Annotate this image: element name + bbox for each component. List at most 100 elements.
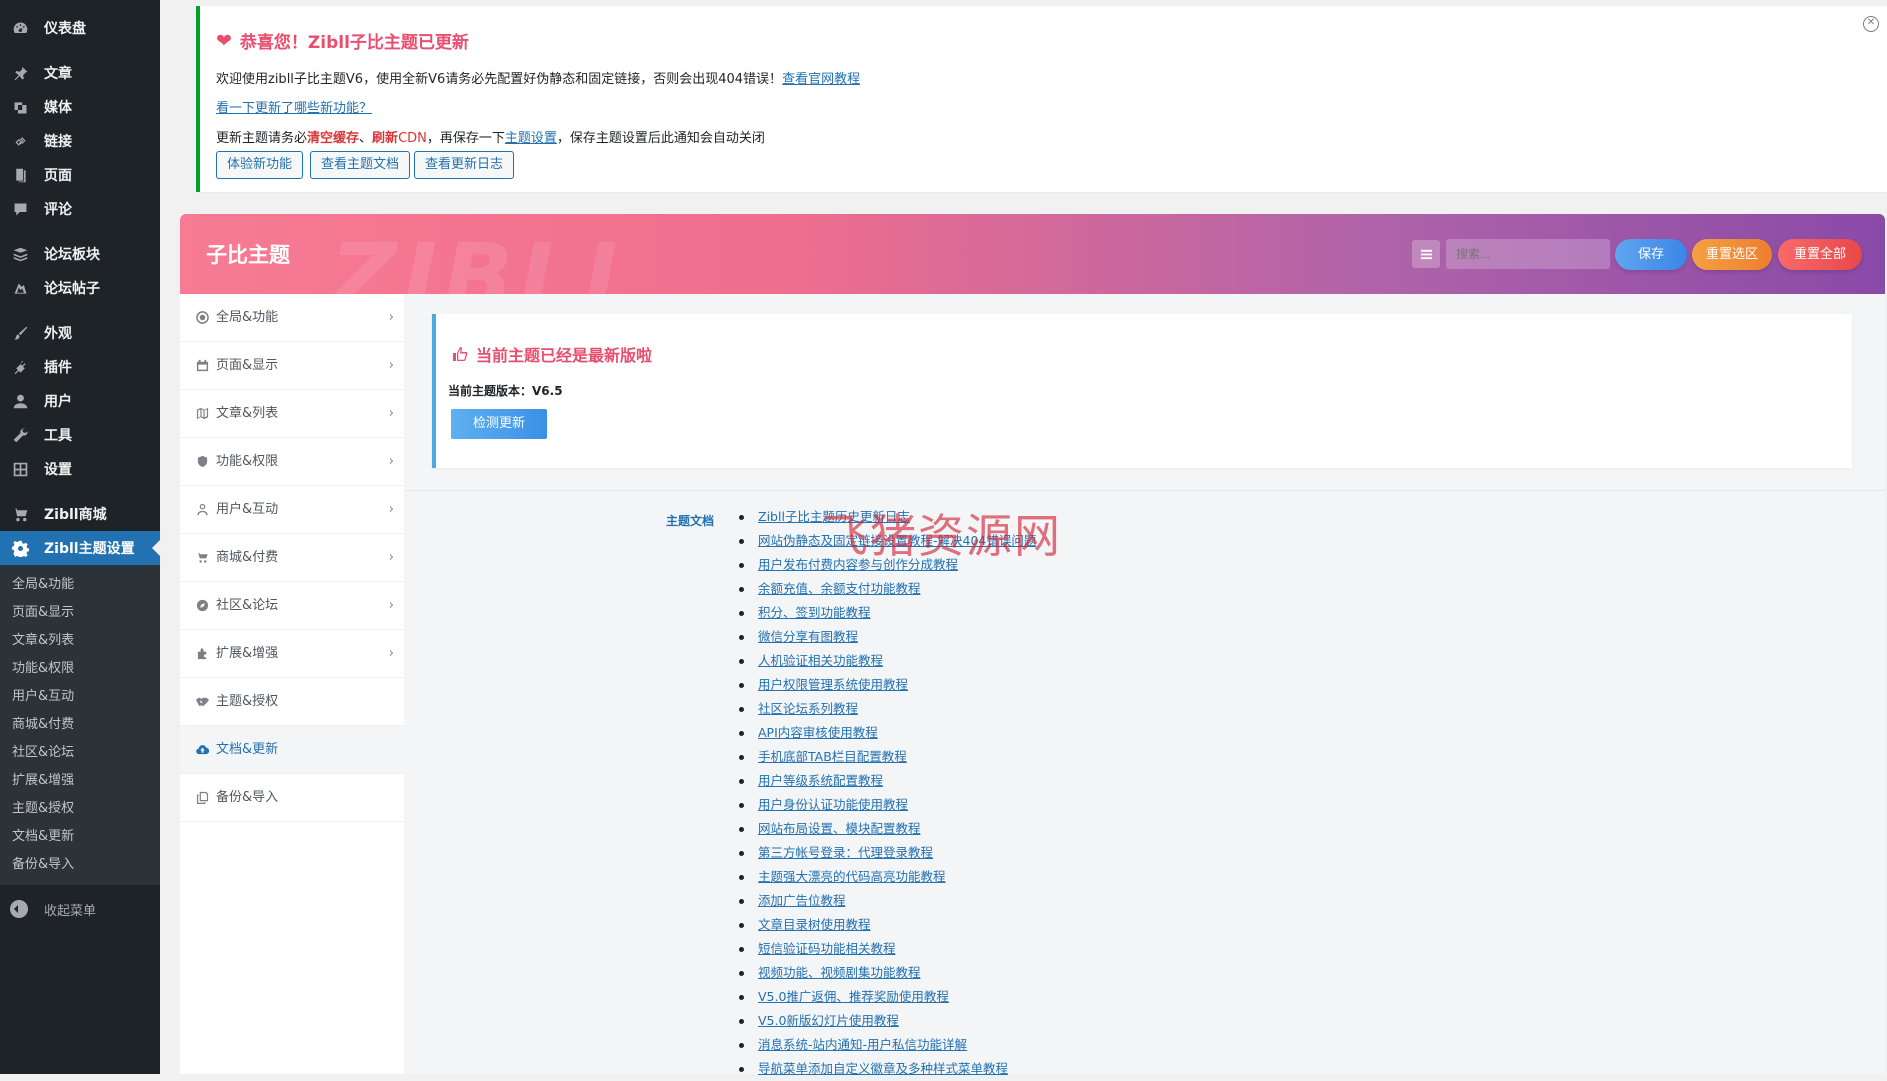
menu-links[interactable]: 链接: [0, 124, 160, 158]
submenu-item[interactable]: 全局&功能: [0, 571, 160, 599]
nav-extensions[interactable]: 扩展&增强 ›: [180, 630, 404, 678]
whats-new-link[interactable]: 看一下更新了哪些新功能？: [216, 101, 372, 116]
submenu-item[interactable]: 主题&授权: [0, 795, 160, 823]
handshake-icon: [195, 678, 209, 725]
menu-settings[interactable]: 设置: [0, 452, 160, 486]
user-icon: [10, 391, 30, 411]
nav-label: 用户&互动: [216, 502, 279, 517]
doc-link[interactable]: 视频功能、视频剧集功能教程: [758, 965, 921, 980]
menu-label: 文章: [44, 66, 72, 82]
submenu-item[interactable]: 扩展&增强: [0, 767, 160, 795]
menu-label: 链接: [44, 134, 72, 150]
submenu-item[interactable]: 社区&论坛: [0, 739, 160, 767]
plugin-icon: [10, 357, 30, 377]
expand-all-button[interactable]: [1412, 240, 1440, 268]
submenu-item[interactable]: 商城&付费: [0, 711, 160, 739]
chevron-right-icon: ›: [388, 358, 394, 373]
nav-docs-update[interactable]: 文档&更新: [180, 726, 404, 774]
list-item: 积分、签到功能教程: [739, 601, 1036, 625]
doc-link[interactable]: 用户发布付费内容参与创作分成教程: [758, 557, 958, 572]
collapse-menu-button[interactable]: 收起菜单: [0, 891, 160, 927]
menu-media[interactable]: 媒体: [0, 90, 160, 124]
user-outline-icon: [195, 486, 209, 533]
nav-theme-license[interactable]: 主题&授权: [180, 678, 404, 726]
nav-backup-import[interactable]: 备份&导入: [180, 774, 404, 822]
doc-link[interactable]: 微信分享有图教程: [758, 629, 858, 644]
view-changelog-button[interactable]: 查看更新日志: [414, 151, 515, 179]
nav-posts-list[interactable]: 文章&列表 ›: [180, 390, 404, 438]
refresh-text: 刷新: [372, 131, 399, 146]
list-item: 消息系统-站内通知-用户私信功能详解: [739, 1033, 1036, 1057]
menu-appearance[interactable]: 外观: [0, 316, 160, 350]
menu-label: 论坛板块: [44, 247, 100, 263]
menu-pages[interactable]: 页面: [0, 158, 160, 192]
try-new-features-button[interactable]: 体验新功能: [216, 151, 304, 179]
search-input[interactable]: [1446, 239, 1610, 269]
nav-page-display[interactable]: 页面&显示 ›: [180, 342, 404, 390]
doc-link[interactable]: 第三方帐号登录：代理登录教程: [758, 845, 933, 860]
menu-posts[interactable]: 文章: [0, 56, 160, 90]
thumbs-up-icon: [453, 347, 468, 361]
doc-link[interactable]: V5.0新版幻灯片使用教程: [758, 1013, 899, 1028]
doc-link[interactable]: 短信验证码功能相关教程: [758, 941, 896, 956]
doc-link[interactable]: 文章目录树使用教程: [758, 917, 871, 932]
doc-link[interactable]: V5.0推广返佣、推荐奖励使用教程: [758, 989, 949, 1004]
menu-tools[interactable]: 工具: [0, 418, 160, 452]
menu-dashboard[interactable]: 仪表盘: [0, 11, 160, 45]
menu-label: 评论: [44, 202, 72, 218]
nav-community-forum[interactable]: 社区&论坛 ›: [180, 582, 404, 630]
save-button[interactable]: 保存: [1615, 239, 1687, 270]
doc-link[interactable]: 主题强大漂亮的代码高亮功能教程: [758, 869, 946, 884]
doc-link[interactable]: 网站布局设置、模块配置教程: [758, 821, 921, 836]
menu-zibll-shop[interactable]: Zibll商城: [0, 497, 160, 531]
close-icon[interactable]: ✕: [1863, 16, 1879, 32]
theme-settings-link[interactable]: 主题设置: [505, 131, 557, 146]
submenu-item[interactable]: 文档&更新: [0, 823, 160, 851]
submenu-item[interactable]: 页面&显示: [0, 599, 160, 627]
doc-link[interactable]: 消息系统-站内通知-用户私信功能详解: [758, 1037, 967, 1052]
nav-global-features[interactable]: 全局&功能 ›: [180, 294, 404, 342]
menu-plugins[interactable]: 插件: [0, 350, 160, 384]
doc-link[interactable]: 人机验证相关功能教程: [758, 653, 883, 668]
submenu-item[interactable]: 备份&导入: [0, 851, 160, 879]
official-tutorial-link[interactable]: 查看官网教程: [782, 72, 860, 87]
reset-all-button[interactable]: 重置全部: [1778, 239, 1862, 270]
menu-forum-posts[interactable]: 论坛帖子: [0, 271, 160, 305]
menu-zibll-theme-settings[interactable]: Zibll主题设置: [0, 531, 160, 565]
doc-link[interactable]: 用户身份认证功能使用教程: [758, 797, 908, 812]
doc-link[interactable]: 用户权限管理系统使用教程: [758, 677, 908, 692]
doc-link[interactable]: 手机底部TAB栏目配置教程: [758, 749, 907, 764]
pin-icon: [10, 63, 30, 83]
nav-label: 社区&论坛: [216, 598, 279, 613]
view-docs-button[interactable]: 查看主题文档: [310, 151, 411, 179]
menu-label: 工具: [44, 428, 72, 444]
check-update-button[interactable]: 检测更新: [451, 409, 547, 439]
submenu-item[interactable]: 功能&权限: [0, 655, 160, 683]
menu-forum-boards[interactable]: 论坛板块: [0, 237, 160, 271]
nav-label: 功能&权限: [216, 454, 279, 469]
nav-shop-payment[interactable]: 商城&付费 ›: [180, 534, 404, 582]
reset-section-button[interactable]: 重置选区: [1692, 239, 1772, 270]
doc-link[interactable]: 积分、签到功能教程: [758, 605, 871, 620]
nav-permissions[interactable]: 功能&权限 ›: [180, 438, 404, 486]
submenu-item[interactable]: 文章&列表: [0, 627, 160, 655]
doc-link[interactable]: API内容审核使用教程: [758, 725, 878, 740]
nav-user-interaction[interactable]: 用户&互动 ›: [180, 486, 404, 534]
doc-link[interactable]: 余额充值、余额支付功能教程: [758, 581, 921, 596]
copy-icon: [195, 774, 209, 821]
gear-icon: [10, 538, 30, 558]
menu-users[interactable]: 用户: [0, 384, 160, 418]
menu-label: 用户: [44, 394, 72, 410]
menu-comments[interactable]: 评论: [0, 192, 160, 226]
forum-board-icon: [10, 244, 30, 264]
doc-link[interactable]: 用户等级系统配置教程: [758, 773, 883, 788]
doc-link[interactable]: 添加广告位教程: [758, 893, 846, 908]
doc-link[interactable]: Zibll子比主题历史更新日志: [758, 509, 910, 524]
panel-title: 子比主题: [206, 243, 290, 267]
doc-link[interactable]: 社区论坛系列教程: [758, 701, 858, 716]
chevron-right-icon: ›: [388, 406, 394, 421]
map-icon: [195, 390, 209, 437]
doc-link[interactable]: 网站伪静态及固定链接设置教程-解决404错误问题: [758, 533, 1036, 548]
list-item: 短信验证码功能相关教程: [739, 937, 1036, 961]
submenu-item[interactable]: 用户&互动: [0, 683, 160, 711]
